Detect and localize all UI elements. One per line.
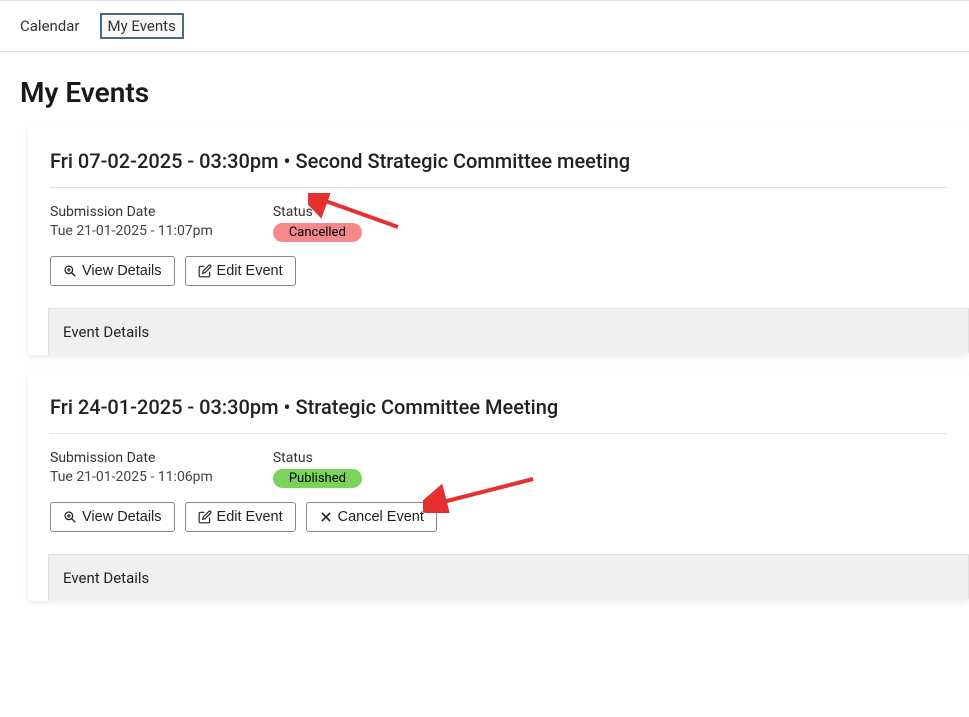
submission-date-label: Submission Date xyxy=(50,204,213,220)
cancel-event-label: Cancel Event xyxy=(338,509,424,525)
event-title: Fri 07-02-2025 - 03:30pm • Second Strate… xyxy=(50,149,947,173)
submission-date-value: Tue 21-01-2025 - 11:07pm xyxy=(50,223,213,239)
tab-calendar[interactable]: Calendar xyxy=(20,13,80,39)
event-card: Fri 07-02-2025 - 03:30pm • Second Strate… xyxy=(28,127,969,355)
edit-event-button[interactable]: Edit Event xyxy=(185,502,296,532)
divider xyxy=(50,433,947,434)
cancel-event-button[interactable]: Cancel Event xyxy=(306,502,437,532)
status-badge-published: Published xyxy=(273,469,362,488)
tab-my-events[interactable]: My Events xyxy=(100,13,184,39)
actions-row: View Details Edit Event xyxy=(50,256,947,286)
view-details-button[interactable]: View Details xyxy=(50,502,175,532)
view-details-label: View Details xyxy=(82,263,162,279)
meta-row: Submission Date Tue 21-01-2025 - 11:06pm… xyxy=(50,450,947,488)
status-label: Status xyxy=(273,450,362,466)
zoom-in-icon xyxy=(63,264,77,278)
event-details-header[interactable]: Event Details xyxy=(48,554,969,601)
view-details-label: View Details xyxy=(82,509,162,525)
edit-icon xyxy=(198,264,212,278)
status-block: Status Cancelled xyxy=(273,204,362,242)
actions-row: View Details Edit Event Cancel Event xyxy=(50,502,947,532)
edit-event-button[interactable]: Edit Event xyxy=(185,256,296,286)
submission-date-value: Tue 21-01-2025 - 11:06pm xyxy=(50,469,213,485)
tabs-bar: Calendar My Events xyxy=(0,0,969,52)
page-title: My Events xyxy=(20,76,949,109)
zoom-in-icon xyxy=(63,510,77,524)
event-card: Fri 24-01-2025 - 03:30pm • Strategic Com… xyxy=(28,373,969,601)
submission-block: Submission Date Tue 21-01-2025 - 11:07pm xyxy=(50,204,213,239)
status-badge-cancelled: Cancelled xyxy=(273,223,362,242)
submission-date-label: Submission Date xyxy=(50,450,213,466)
view-details-button[interactable]: View Details xyxy=(50,256,175,286)
edit-event-label: Edit Event xyxy=(217,509,283,525)
meta-row: Submission Date Tue 21-01-2025 - 11:07pm… xyxy=(50,204,947,242)
edit-event-label: Edit Event xyxy=(217,263,283,279)
close-icon xyxy=(319,510,333,524)
edit-icon xyxy=(198,510,212,524)
status-label: Status xyxy=(273,204,362,220)
event-details-header[interactable]: Event Details xyxy=(48,308,969,355)
status-block: Status Published xyxy=(273,450,362,488)
submission-block: Submission Date Tue 21-01-2025 - 11:06pm xyxy=(50,450,213,485)
event-title: Fri 24-01-2025 - 03:30pm • Strategic Com… xyxy=(50,395,947,419)
divider xyxy=(50,187,947,188)
